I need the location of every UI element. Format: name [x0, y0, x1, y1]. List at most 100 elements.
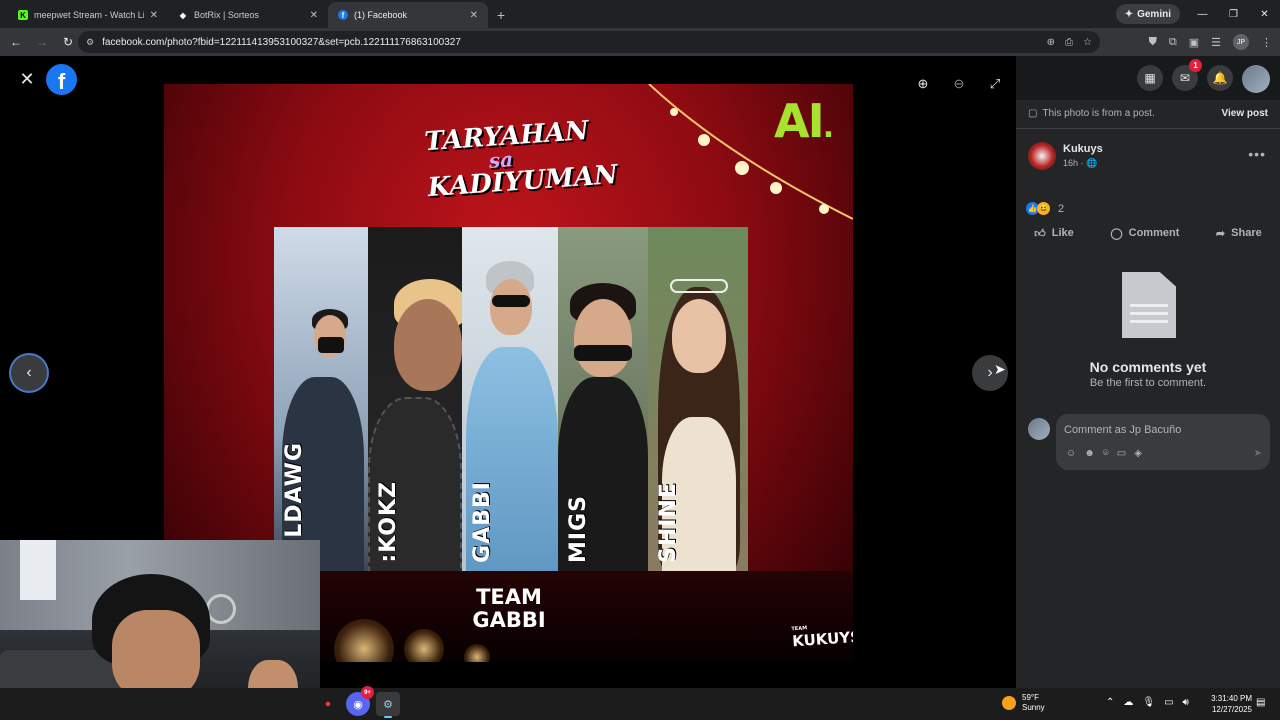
extensions-puzzle-icon[interactable]: ⧉: [1169, 36, 1177, 49]
post-timestamp[interactable]: 16h · 🌐: [1063, 158, 1097, 169]
team-title: TEAM GABBI: [464, 586, 554, 632]
install-app-icon[interactable]: ⎙: [1065, 37, 1073, 48]
previous-photo-button[interactable]: ‹: [11, 355, 47, 391]
account-avatar[interactable]: [1242, 65, 1270, 93]
like-button[interactable]: 👍︎ Like: [1034, 227, 1074, 240]
notification-center-icon[interactable]: ▤: [1256, 697, 1265, 708]
author-avatar[interactable]: [1028, 142, 1056, 170]
system-tray: ⌃ ☁ 🎙︎ ▭ 🔊︎: [1106, 697, 1189, 708]
sticker-icon[interactable]: ◈: [1134, 448, 1142, 459]
camera-icon[interactable]: ⌾: [1103, 448, 1109, 459]
streamer-face: [112, 610, 200, 700]
gif-icon[interactable]: ▭: [1117, 448, 1126, 459]
close-tab-icon[interactable]: ✕: [470, 10, 478, 21]
chevron-left-icon: ‹: [26, 364, 32, 381]
discord-icon[interactable]: ◉ 9+: [346, 686, 374, 716]
tab-kick-stream[interactable]: K meepwet Stream - Watch Live o ✕: [8, 2, 168, 28]
zoom-out-icon[interactable]: ⊖: [948, 73, 970, 95]
botrix-icon: ◆: [179, 10, 187, 20]
ai-brand-logo: AI.: [774, 94, 834, 148]
restore-icon[interactable]: ❐: [1218, 0, 1249, 28]
members-strip: EILDAWG :KOKZ GABBI MIGS SHINE: [274, 227, 748, 571]
minimize-icon[interactable]: —: [1187, 0, 1218, 28]
messenger-icon[interactable]: ✉ 1: [1172, 59, 1202, 91]
zoom-in-icon[interactable]: ⊕: [912, 73, 934, 95]
taskbar-clock[interactable]: 3:31:40 PM 12/27/2025: [1206, 693, 1252, 715]
kick-icon: K: [18, 10, 28, 20]
close-window-icon[interactable]: ✕: [1249, 0, 1280, 28]
close-tab-icon[interactable]: ✕: [310, 10, 318, 21]
more-options-icon[interactable]: •••: [1248, 146, 1266, 162]
tab-title: BotRix | Sorteos: [194, 10, 259, 20]
window-controls: — ❐ ✕: [1187, 0, 1280, 28]
member-panel-migs: MIGS: [558, 227, 648, 571]
weather-temp: 59°F: [1022, 693, 1039, 702]
top-nav-icons: ▦ ✉ 1 🔔: [1137, 59, 1270, 93]
comment-composer: ☺ ☻ ⌾ ▭ ◈ ➤: [1056, 414, 1270, 470]
tray-overflow-icon[interactable]: ⌃: [1106, 697, 1114, 708]
gemini-label: Gemini: [1137, 8, 1171, 20]
commenter-avatar: [1028, 418, 1050, 440]
chrome-menu-icon[interactable]: ⋮: [1261, 36, 1272, 49]
messenger-badge: 1: [1189, 59, 1202, 72]
author-name[interactable]: Kukuys: [1063, 143, 1103, 155]
reading-list-icon[interactable]: ☰: [1211, 36, 1221, 49]
weather-widget[interactable]: 59°F Sunny: [1002, 693, 1045, 713]
clock-date: 12/27/2025: [1211, 705, 1252, 714]
menu-grid-icon[interactable]: ▦: [1137, 65, 1163, 91]
tab-botrix[interactable]: ◆ BotRix | Sorteos ✕: [168, 2, 328, 28]
new-tab-button[interactable]: +: [488, 2, 514, 28]
gemini-button[interactable]: ✦ Gemini: [1115, 4, 1180, 24]
onedrive-icon[interactable]: ☁: [1123, 697, 1133, 708]
send-icon[interactable]: ➤: [1254, 448, 1262, 459]
zoom-tools: ⊕ ⊖ ⤢: [912, 73, 1006, 95]
close-tab-icon[interactable]: ✕: [150, 10, 158, 21]
clock-time: 3:31:40 PM: [1211, 694, 1252, 703]
discord-badge: 9+: [361, 686, 374, 699]
member-panel-eildawg: EILDAWG: [274, 227, 368, 571]
post-side-panel: ▦ ✉ 1 🔔 ▢ This photo is from a post. Vie…: [1016, 56, 1280, 688]
poster-title: TARYAHAN sa KADIYUMAN: [424, 116, 619, 203]
share-button[interactable]: ➦ Share: [1216, 227, 1262, 240]
divider: [1016, 128, 1280, 129]
comment-tools: ☺ ☻ ⌾ ▭ ◈: [1066, 448, 1142, 459]
ai-brand-text: AI: [774, 94, 825, 148]
facebook-logo-icon[interactable]: f: [46, 64, 77, 95]
avatar-sticker-icon[interactable]: ☺: [1066, 448, 1076, 459]
comment-input[interactable]: [1064, 422, 1262, 438]
close-viewer-icon[interactable]: ✕: [16, 68, 38, 90]
forward-icon[interactable]: →: [30, 30, 54, 54]
tab-facebook[interactable]: f (1) Facebook ✕: [328, 2, 488, 28]
browser-toolbar: ← → ↻ ⚙ facebook.com/photo?fbid=12211141…: [0, 28, 1280, 56]
post-note-text: This photo is from a post.: [1042, 108, 1155, 119]
tab-title: (1) Facebook: [354, 10, 408, 20]
back-icon[interactable]: ←: [4, 30, 28, 54]
steam-icon[interactable]: ⚙: [376, 692, 400, 718]
emoji-icon[interactable]: ☻: [1084, 448, 1095, 459]
view-post-link[interactable]: View post: [1222, 108, 1269, 119]
chevron-right-icon: ›: [987, 364, 993, 381]
webcam-window: [20, 540, 56, 600]
zoom-icon[interactable]: ⊕: [1047, 37, 1055, 48]
photo-note-icon: ▢: [1028, 108, 1038, 119]
app-icon[interactable]: ●: [316, 692, 340, 716]
no-comments-title: No comments yet: [1089, 359, 1207, 375]
microphone-icon[interactable]: 🎙︎: [1142, 697, 1155, 708]
url-text: facebook.com/photo?fbid=1221114139531003…: [102, 36, 461, 48]
site-info-icon[interactable]: ⚙: [86, 37, 94, 48]
volume-icon[interactable]: 🔊︎: [1183, 697, 1189, 708]
fullscreen-icon[interactable]: ⤢: [984, 73, 1006, 95]
reload-icon[interactable]: ↻: [56, 30, 80, 54]
bookmark-star-icon[interactable]: ☆: [1083, 37, 1092, 48]
comment-button[interactable]: ◯ Comment: [1110, 227, 1179, 240]
reaction-summary[interactable]: 👍 😆 2: [1026, 202, 1064, 215]
notifications-bell-icon[interactable]: 🔔: [1207, 65, 1233, 91]
no-comments-subtitle: Be the first to comment.: [1089, 377, 1207, 389]
address-bar[interactable]: ⚙ facebook.com/photo?fbid=12211141395310…: [78, 31, 1100, 53]
shield-extension-icon[interactable]: ⛊: [1149, 36, 1157, 49]
profile-avatar[interactable]: JP: [1233, 34, 1249, 50]
network-icon[interactable]: ▭: [1164, 697, 1173, 708]
tab-title: meepwet Stream - Watch Live o: [34, 10, 144, 20]
document-lines: [1130, 304, 1168, 328]
split-view-icon[interactable]: ▣: [1189, 36, 1199, 49]
